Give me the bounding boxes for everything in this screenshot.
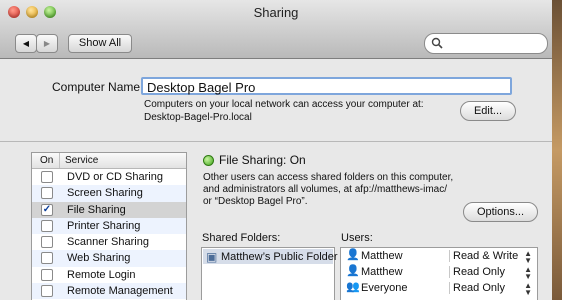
service-name: Remote Management	[67, 285, 173, 298]
computer-hostname: Desktop-Bagel-Pro.local	[144, 112, 252, 123]
search-input[interactable]	[445, 36, 544, 52]
service-checkbox[interactable]	[41, 268, 53, 281]
updown-arrows-icon: ▲ ▼	[524, 281, 532, 297]
search-icon	[431, 37, 443, 49]
service-row[interactable]: Remote Login	[32, 267, 186, 283]
service-row[interactable]: Web Sharing	[32, 250, 186, 267]
user-icon: 👤	[346, 265, 360, 277]
service-row[interactable]: Scanner Sharing	[32, 234, 186, 250]
table-row[interactable]: 👤 Matthew Read & Write ▲ ▼	[341, 248, 535, 265]
title-bar: Sharing ◀ ▶ Show All	[0, 0, 552, 59]
computer-name-label: Computer Name:	[52, 80, 144, 94]
updown-arrows-icon: ▲ ▼	[524, 249, 532, 265]
service-name: Web Sharing	[67, 252, 131, 265]
column-divider	[59, 153, 60, 168]
permission-popup[interactable]: Read Only ▲ ▼	[449, 265, 535, 281]
computer-name-info: Computers on your local network can acce…	[144, 99, 424, 110]
services-header: On Service	[32, 153, 186, 169]
shared-folders-list[interactable]: ▣ Matthew’s Public Folder	[201, 247, 338, 300]
list-item[interactable]: ▣ Matthew’s Public Folder	[203, 249, 338, 264]
service-name: File Sharing	[67, 203, 126, 216]
service-checkbox[interactable]	[41, 171, 53, 183]
options-button[interactable]: Options...	[463, 202, 538, 222]
permission-label: Read Only	[453, 266, 505, 278]
users-label: Users:	[341, 232, 373, 244]
status-indicator-icon	[203, 155, 214, 166]
group-icon: 👥	[346, 281, 360, 293]
forward-arrow-icon: ▶	[43, 39, 51, 48]
user-name: Everyone	[361, 282, 408, 294]
service-name: Scanner Sharing	[67, 236, 149, 249]
service-description-3: or “Desktop Bagel Pro”.	[203, 196, 308, 207]
table-row[interactable]: 👤 Matthew Read Only ▲ ▼	[341, 264, 535, 281]
user-name: Matthew	[361, 266, 403, 278]
user-name: Matthew	[361, 250, 403, 262]
back-arrow-icon: ◀	[22, 39, 30, 48]
service-checkbox[interactable]	[41, 236, 53, 249]
service-checkbox[interactable]	[41, 219, 53, 232]
service-description-1: Other users can access shared folders on…	[203, 172, 454, 183]
service-checkbox[interactable]: ✓	[41, 203, 53, 216]
users-list[interactable]: 👤 Matthew Read & Write ▲ ▼ 👤 Matthew Read Only ▲…	[340, 247, 538, 300]
service-description-2: and administrators all volumes, at afp:/…	[203, 184, 447, 195]
permission-label: Read Only	[453, 282, 505, 294]
service-name: Remote Login	[67, 268, 136, 281]
desktop-background	[552, 0, 562, 300]
service-status: File Sharing: On	[219, 153, 306, 167]
service-checkbox[interactable]	[41, 285, 53, 298]
service-name: DVD or CD Sharing	[67, 171, 163, 183]
service-name: Screen Sharing	[67, 187, 143, 200]
divider	[0, 141, 552, 142]
col-service-header[interactable]: Service	[65, 155, 98, 166]
table-row[interactable]: 👥 Everyone Read Only ▲ ▼	[341, 280, 535, 297]
permission-popup[interactable]: Read & Write ▲ ▼	[449, 249, 535, 265]
edit-button[interactable]: Edit...	[460, 101, 516, 121]
permission-popup[interactable]: Read Only ▲ ▼	[449, 281, 535, 297]
service-row[interactable]: Printer Sharing	[32, 217, 186, 235]
service-row[interactable]: DVD or CD Sharing	[32, 169, 186, 185]
updown-arrows-icon: ▲ ▼	[524, 265, 532, 281]
service-row[interactable]: Remote Management	[32, 283, 186, 300]
shared-folders-label: Shared Folders:	[202, 232, 281, 244]
show-all-button[interactable]: Show All	[68, 34, 132, 53]
service-row[interactable]: Screen Sharing	[32, 185, 186, 202]
services-list[interactable]: On Service DVD or CD Sharing Screen Shari…	[31, 152, 187, 300]
user-icon: 👤	[346, 249, 360, 261]
service-name: Printer Sharing	[67, 219, 141, 232]
folder-icon: ▣	[206, 250, 218, 264]
back-button[interactable]: ◀	[15, 34, 37, 53]
service-row[interactable]: ✓ File Sharing	[32, 201, 186, 218]
search-field[interactable]	[424, 33, 548, 54]
window-title: Sharing	[253, 5, 299, 20]
forward-button[interactable]: ▶	[36, 34, 58, 53]
permission-label: Read & Write	[453, 250, 519, 262]
col-on-header[interactable]: On	[40, 155, 53, 166]
sharing-window: Sharing ◀ ▶ Show All Computer Name: Desk…	[0, 0, 553, 300]
folder-name: Matthew’s Public Folder	[221, 251, 338, 263]
service-checkbox[interactable]	[41, 252, 53, 265]
service-checkbox[interactable]	[41, 187, 53, 200]
computer-name-field[interactable]: Desktop Bagel Pro	[141, 77, 512, 95]
